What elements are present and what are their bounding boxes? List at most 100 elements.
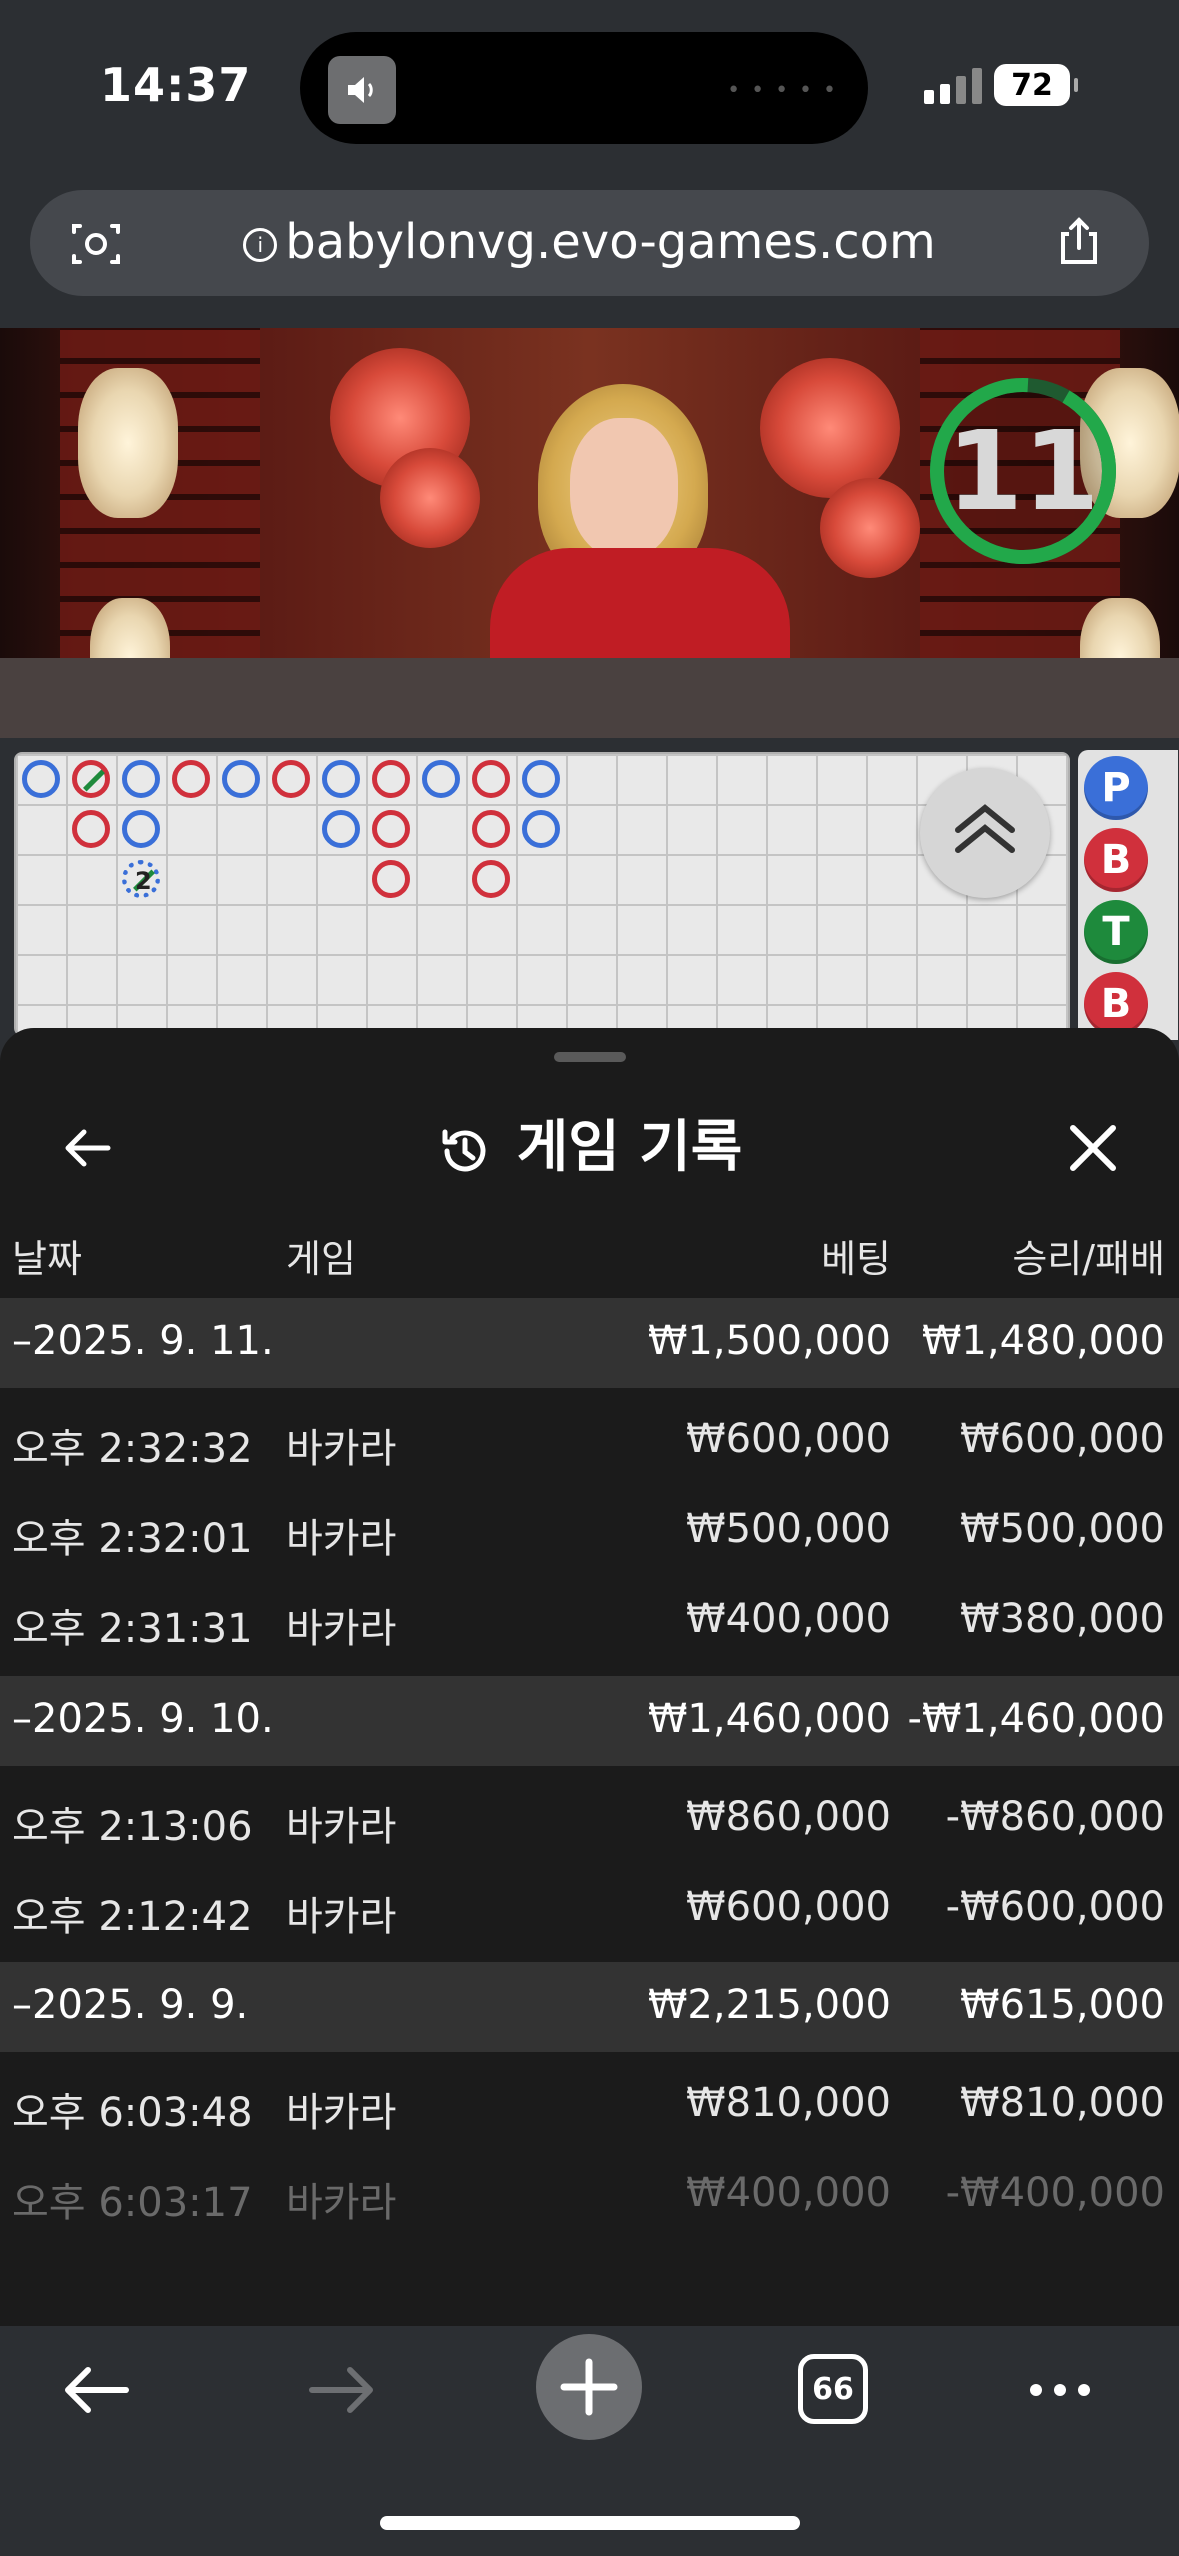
history-row[interactable]: 오후 2:32:32 바카라 ₩600,000 ₩600,000 <box>0 1396 1179 1486</box>
row-result: ₩600,000 <box>960 1416 1165 1462</box>
row-result: ₩810,000 <box>960 2080 1165 2126</box>
sheet-title: 게임 기록 <box>0 1102 1179 1183</box>
blossom <box>820 478 920 578</box>
tie-count: 2 <box>135 867 152 895</box>
blossom <box>760 358 900 498</box>
prediction-buttons: P B T B <box>1078 750 1178 1040</box>
bead-player <box>122 810 160 848</box>
arrow-left-icon <box>65 2367 129 2413</box>
activity-dots-icon: • • • • • <box>727 78 838 103</box>
predict-tie-button[interactable]: T <box>1084 900 1148 964</box>
row-bet: ₩600,000 <box>686 1884 891 1930</box>
date-group-row[interactable]: –2025. 9. 11. ₩1,500,000 ₩1,480,000 <box>0 1298 1179 1388</box>
bead-banker <box>372 760 410 798</box>
group-date: –2025. 9. 9. <box>12 1982 249 2028</box>
new-tab-button[interactable] <box>536 2334 642 2440</box>
battery-icon: 72 <box>994 64 1078 106</box>
row-result: -₩600,000 <box>945 1884 1165 1930</box>
tie-slash <box>83 769 105 792</box>
row-bet: ₩500,000 <box>686 1506 891 1552</box>
row-time: 오후 2:12:42 <box>12 1894 253 1940</box>
row-time: 오후 2:32:01 <box>12 1516 253 1562</box>
address-bar[interactable]: i babylonvg.evo-games.com <box>30 190 1149 296</box>
history-row[interactable]: 오후 2:13:06 바카라 ₩860,000 -₩860,000 <box>0 1774 1179 1864</box>
site-info-icon[interactable]: i <box>243 228 278 262</box>
status-bar: 14:37 • • • • • 72 <box>0 0 1179 170</box>
dynamic-island: • • • • • <box>300 32 868 144</box>
dealer-face <box>570 418 678 558</box>
bead-banker <box>372 860 410 898</box>
home-indicator[interactable] <box>380 2516 800 2530</box>
row-game: 바카라 <box>286 2180 397 2226</box>
history-table-header: 날짜 게임 베팅 승리/패배 <box>0 1228 1179 1288</box>
url-text[interactable]: babylonvg.evo-games.com <box>285 214 935 270</box>
game-table <box>0 658 1179 738</box>
row-bet: ₩400,000 <box>686 1596 891 1642</box>
row-game: 바카라 <box>286 1894 397 1940</box>
column-header-result: 승리/패배 <box>1012 1237 1165 1281</box>
game-history-sheet: 게임 기록 날짜 게임 베팅 승리/패배 –2025. 9. 11. ₩1,50… <box>0 1028 1179 2328</box>
bead-player <box>122 760 160 798</box>
history-icon <box>442 1129 486 1172</box>
predict-player-button[interactable]: P <box>1084 756 1148 820</box>
column-header-bet: 베팅 <box>821 1237 891 1281</box>
group-bet: ₩1,500,000 <box>647 1318 891 1364</box>
row-bet: ₩810,000 <box>686 2080 891 2126</box>
bead-player <box>522 760 560 798</box>
group-result: -₩1,460,000 <box>907 1696 1165 1742</box>
row-time: 오후 2:13:06 <box>12 1804 253 1850</box>
browser-back-button[interactable] <box>36 2340 156 2440</box>
bead-road: 2 <box>14 752 1070 1036</box>
arrow-right-icon <box>309 2367 373 2413</box>
bead-player: 2 <box>122 860 160 898</box>
cellular-signal-icon <box>924 68 982 104</box>
row-result: ₩500,000 <box>960 1506 1165 1552</box>
row-bet: ₩860,000 <box>686 1794 891 1840</box>
group-date: –2025. 9. 11. <box>12 1318 274 1364</box>
plus-icon <box>560 2358 618 2416</box>
bead-banker <box>472 860 510 898</box>
predict-banker-button[interactable]: B <box>1084 828 1148 892</box>
row-time: 오후 2:32:32 <box>12 1426 253 1472</box>
bead-player <box>522 810 560 848</box>
history-row[interactable]: 오후 2:32:01 바카라 ₩500,000 ₩500,000 <box>0 1486 1179 1576</box>
row-game: 바카라 <box>286 1804 397 1850</box>
column-header-game: 게임 <box>286 1237 356 1281</box>
browser-forward-button[interactable] <box>282 2340 402 2440</box>
date-group-row[interactable]: –2025. 9. 10. ₩1,460,000 -₩1,460,000 <box>0 1676 1179 1766</box>
predict-banker-pair-button[interactable]: B <box>1084 972 1148 1036</box>
share-icon[interactable] <box>1049 212 1109 272</box>
bead-player <box>222 760 260 798</box>
row-time: 오후 2:31:31 <box>12 1606 253 1652</box>
lantern <box>78 368 178 518</box>
group-bet: ₩2,215,000 <box>647 1982 891 2028</box>
sheet-title-text: 게임 기록 <box>516 1115 743 1180</box>
row-game: 바카라 <box>286 1606 397 1652</box>
more-menu-button[interactable] <box>1000 2340 1120 2440</box>
group-result: ₩615,000 <box>960 1982 1165 2028</box>
history-row[interactable]: 오후 6:03:48 바카라 ₩810,000 ₩810,000 <box>0 2060 1179 2150</box>
group-bet: ₩1,460,000 <box>647 1696 891 1742</box>
row-game: 바카라 <box>286 2090 397 2136</box>
row-time: 오후 6:03:17 <box>12 2180 253 2226</box>
history-row[interactable]: 오후 6:03:17 바카라 ₩400,000 -₩400,000 <box>0 2150 1179 2240</box>
date-group-row[interactable]: –2025. 9. 9. ₩2,215,000 ₩615,000 <box>0 1962 1179 2052</box>
history-row[interactable]: 오후 2:31:31 바카라 ₩400,000 ₩380,000 <box>0 1576 1179 1666</box>
close-icon[interactable] <box>1063 1118 1123 1178</box>
row-time: 오후 6:03:48 <box>12 2090 253 2136</box>
bead-player <box>22 760 60 798</box>
expand-roads-button[interactable] <box>920 768 1050 898</box>
group-result: ₩1,480,000 <box>921 1318 1165 1364</box>
bead-banker <box>272 760 310 798</box>
more-horizontal-icon <box>1030 2384 1090 2396</box>
double-chevron-up-icon <box>955 804 1015 853</box>
sheet-drag-handle[interactable] <box>554 1052 626 1062</box>
row-bet: ₩400,000 <box>686 2170 891 2216</box>
row-game: 바카라 <box>286 1516 397 1562</box>
column-header-date: 날짜 <box>12 1237 82 1281</box>
history-row[interactable]: 오후 2:12:42 바카라 ₩600,000 -₩600,000 <box>0 1864 1179 1954</box>
bead-player <box>322 810 360 848</box>
bead-player <box>422 760 460 798</box>
tab-switcher-button[interactable]: 66 <box>798 2354 868 2424</box>
group-date: –2025. 9. 10. <box>12 1696 274 1742</box>
